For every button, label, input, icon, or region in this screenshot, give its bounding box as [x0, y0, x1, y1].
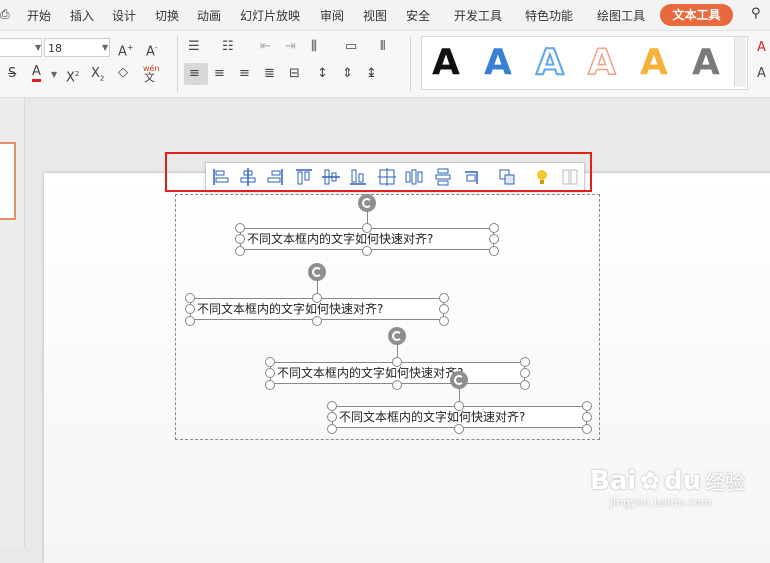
align-left-icon: ≡: [189, 66, 200, 81]
superscript-icon[interactable]: X2: [66, 66, 79, 86]
resize-handle[interactable]: [265, 380, 275, 390]
resize-handle[interactable]: [454, 401, 464, 411]
distributed-icon[interactable]: ⊟: [289, 66, 300, 82]
text-fill-icon[interactable]: A: [757, 40, 766, 56]
resize-handle[interactable]: [362, 246, 372, 256]
gallery-scrollbar[interactable]: [734, 37, 746, 87]
resize-handle[interactable]: [392, 380, 402, 390]
search-icon[interactable]: ⚲: [751, 6, 761, 21]
paragraph-spacing-icon[interactable]: ⇕: [342, 66, 353, 82]
ribbon-divider: [410, 36, 411, 92]
resize-handle[interactable]: [582, 424, 592, 434]
text-direction-icon[interactable]: ⫼: [311, 39, 317, 55]
text-style-orange[interactable]: A: [640, 41, 668, 85]
columns-icon[interactable]: ⫴: [380, 39, 385, 55]
text-style-black[interactable]: A: [432, 41, 460, 85]
menu-security[interactable]: 安全: [406, 7, 430, 24]
resize-handle[interactable]: [235, 234, 245, 244]
clear-format-icon[interactable]: ◇: [118, 65, 128, 81]
menu-transition[interactable]: 切换: [155, 7, 179, 24]
menu-developer[interactable]: 开发工具: [454, 7, 502, 24]
menu-start[interactable]: 开始: [27, 7, 51, 24]
line-spacing-icon[interactable]: ↕: [317, 66, 328, 82]
menu-review[interactable]: 审阅: [320, 7, 344, 24]
increase-indent-icon[interactable]: ⇥: [285, 39, 296, 55]
resize-handle[interactable]: [439, 316, 449, 326]
numbered-list-icon[interactable]: ☷: [222, 39, 234, 55]
rotate-icon[interactable]: [308, 263, 326, 281]
font-color-icon[interactable]: A: [32, 65, 41, 82]
rotate-icon[interactable]: [388, 327, 406, 345]
menu-drawing-tools[interactable]: 绘图工具: [597, 7, 645, 24]
align-right-icon[interactable]: ≡: [239, 66, 250, 82]
bullet-list-icon[interactable]: ☰: [188, 39, 200, 55]
print-icon[interactable]: ⎙: [0, 7, 10, 22]
text-style-blue-outline[interactable]: A: [535, 41, 565, 85]
resize-handle[interactable]: [185, 316, 195, 326]
resize-handle[interactable]: [520, 368, 530, 378]
resize-handle[interactable]: [392, 357, 402, 367]
resize-handle[interactable]: [265, 368, 275, 378]
resize-handle[interactable]: [235, 246, 245, 256]
resize-handle[interactable]: [439, 293, 449, 303]
paw-icon: ✿: [640, 467, 661, 495]
text-style-gray[interactable]: A: [692, 41, 720, 85]
resize-handle[interactable]: [185, 304, 195, 314]
chevron-down-icon[interactable]: ▼: [35, 43, 41, 52]
resize-handle[interactable]: [489, 223, 499, 233]
resize-handle[interactable]: [520, 357, 530, 367]
rotate-icon[interactable]: [450, 371, 468, 389]
menu-animation[interactable]: 动画: [197, 7, 221, 24]
resize-handle[interactable]: [312, 293, 322, 303]
resize-handle[interactable]: [454, 424, 464, 434]
resize-handle[interactable]: [327, 401, 337, 411]
menu-features[interactable]: 特色功能: [525, 7, 573, 24]
highlight-annotation: [165, 152, 592, 192]
watermark-brand-b: du: [664, 466, 702, 496]
font-size-select[interactable]: 18: [44, 38, 110, 57]
watermark-url: jingyan.baidu.com: [610, 496, 712, 509]
resize-handle[interactable]: [327, 424, 337, 434]
menu-insert[interactable]: 插入: [70, 7, 94, 24]
ribbon-divider: [177, 36, 178, 92]
resize-handle[interactable]: [185, 293, 195, 303]
resize-handle[interactable]: [312, 316, 322, 326]
resize-handle[interactable]: [235, 223, 245, 233]
text-style-blue[interactable]: A: [484, 41, 512, 85]
watermark-brand-a: Bai: [590, 466, 637, 496]
chevron-down-icon[interactable]: ▼: [102, 43, 108, 52]
text-style-gallery: A A A A A A: [421, 36, 748, 90]
menu-text-tools[interactable]: 文本工具: [660, 4, 733, 26]
resize-handle[interactable]: [582, 412, 592, 422]
strikethrough-icon[interactable]: S: [8, 66, 16, 82]
text-outline-icon[interactable]: A: [757, 66, 766, 82]
slide-thumbnail[interactable]: [0, 142, 16, 220]
resize-handle[interactable]: [489, 246, 499, 256]
rotate-icon[interactable]: [358, 194, 376, 212]
align-text-icon[interactable]: ▭: [345, 39, 357, 55]
resize-handle[interactable]: [439, 304, 449, 314]
resize-handle[interactable]: [265, 357, 275, 367]
resize-handle[interactable]: [520, 380, 530, 390]
watermark-brand-c: 经验: [705, 470, 745, 494]
phonetic-char-icon: 文: [144, 71, 155, 84]
resize-handle[interactable]: [489, 234, 499, 244]
justify-icon[interactable]: ≣: [264, 66, 275, 82]
resize-handle[interactable]: [582, 401, 592, 411]
align-center-icon[interactable]: ≡: [214, 66, 225, 82]
menu-slideshow[interactable]: 幻灯片放映: [240, 7, 300, 24]
spacing-options-icon[interactable]: ↨: [366, 66, 377, 82]
chevron-down-icon[interactable]: ▼: [51, 70, 57, 79]
text-style-pink-outline[interactable]: A: [587, 41, 616, 85]
menu-design[interactable]: 设计: [112, 7, 136, 24]
subscript-icon[interactable]: X2: [91, 66, 104, 87]
increase-font-icon[interactable]: A+: [118, 40, 134, 60]
menu-view[interactable]: 视图: [363, 7, 387, 24]
decrease-font-icon[interactable]: A-: [146, 40, 158, 60]
baidu-watermark: Bai ✿ du 经验 jingyan.baidu.com: [590, 466, 745, 509]
menu-bar: ⎙ 开始 插入 设计 切换 动画 幻灯片放映 审阅 视图 安全 开发工具 特色功…: [0, 0, 770, 31]
decrease-indent-icon[interactable]: ⇤: [260, 39, 271, 55]
resize-handle[interactable]: [327, 412, 337, 422]
resize-handle[interactable]: [362, 223, 372, 233]
